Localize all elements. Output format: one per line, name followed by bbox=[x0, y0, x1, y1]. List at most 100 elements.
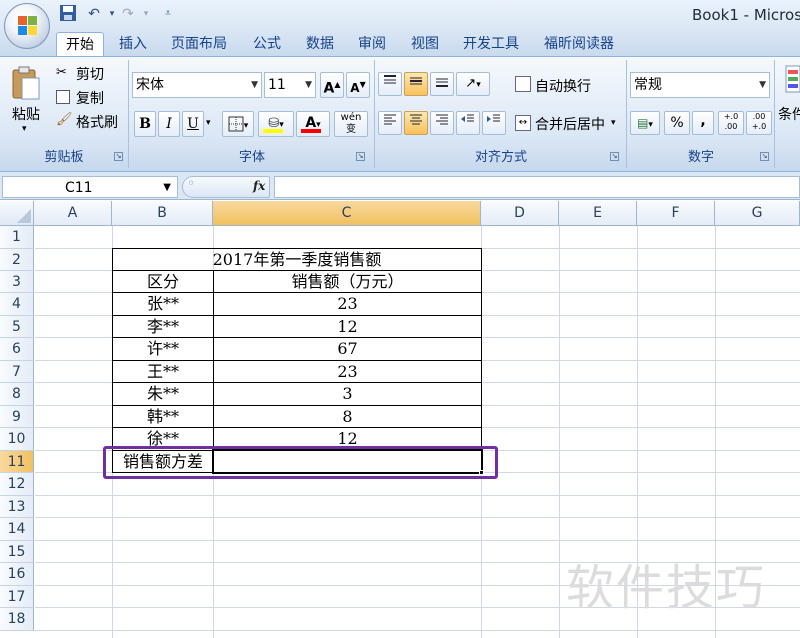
bold-button[interactable]: B bbox=[134, 111, 156, 137]
value-cell[interactable]: 12 bbox=[214, 316, 481, 337]
tab-developer[interactable]: 开发工具 bbox=[454, 32, 528, 56]
italic-button[interactable]: I bbox=[158, 111, 180, 137]
orientation-button[interactable]: ↗▾ bbox=[456, 72, 490, 96]
tab-home[interactable]: 开始 bbox=[56, 32, 104, 56]
chevron-down-icon[interactable]: ▼ bbox=[163, 177, 171, 199]
row-header[interactable]: 8 bbox=[0, 383, 34, 406]
underline-button[interactable]: U bbox=[182, 111, 204, 137]
row-header[interactable]: 9 bbox=[0, 406, 34, 428]
row-header[interactable]: 10 bbox=[0, 428, 34, 451]
insert-function-button[interactable]: fx bbox=[253, 179, 265, 193]
name-cell[interactable]: 张** bbox=[113, 293, 213, 315]
expand-handle-icon[interactable]: ◦ bbox=[187, 176, 195, 192]
name-cell[interactable]: 朱** bbox=[113, 383, 213, 405]
shrink-font-button[interactable]: A▼ bbox=[346, 72, 370, 98]
tab-review[interactable]: 审阅 bbox=[349, 32, 395, 56]
copy-button[interactable]: 复制 bbox=[76, 88, 104, 108]
redo-dropdown-icon[interactable]: ▾ bbox=[136, 4, 156, 24]
alignment-launcher-icon[interactable]: ↘ bbox=[610, 152, 619, 161]
tab-formulas[interactable]: 公式 bbox=[244, 32, 290, 56]
merge-center-dropdown-icon[interactable]: ▾ bbox=[611, 118, 616, 128]
borders-button[interactable]: ▾ bbox=[222, 111, 254, 137]
number-format-combo[interactable]: 常规 ▼ bbox=[630, 72, 770, 98]
value-cell[interactable]: 8 bbox=[214, 406, 481, 427]
clipboard-launcher-icon[interactable]: ↘ bbox=[114, 152, 123, 161]
column-header-c[interactable]: C bbox=[213, 201, 481, 226]
align-middle-button[interactable] bbox=[404, 72, 428, 96]
row-header[interactable]: 11 bbox=[0, 451, 34, 473]
name-box[interactable]: C11 ▼ bbox=[2, 176, 178, 198]
decrease-indent-button[interactable] bbox=[456, 111, 480, 135]
align-bottom-button[interactable] bbox=[430, 72, 454, 96]
row-header[interactable]: 3 bbox=[0, 271, 34, 293]
row-header[interactable]: 13 bbox=[0, 496, 34, 518]
percent-button[interactable]: % bbox=[664, 111, 690, 135]
font-launcher-icon[interactable]: ↘ bbox=[356, 152, 365, 161]
office-button[interactable] bbox=[4, 3, 50, 49]
row-header[interactable]: 18 bbox=[0, 608, 34, 631]
paste-button[interactable]: 粘贴 bbox=[12, 104, 40, 124]
font-name-combo[interactable]: 宋体 ▼ bbox=[132, 72, 262, 98]
font-size-combo[interactable]: 11 ▼ bbox=[264, 72, 316, 98]
table-title-cell[interactable]: 2017年第一季度销售额 bbox=[113, 249, 481, 270]
underline-dropdown-icon[interactable]: ▾ bbox=[206, 118, 211, 128]
row-header[interactable]: 14 bbox=[0, 518, 34, 541]
align-left-button[interactable] bbox=[378, 111, 402, 135]
tab-foxit-reader[interactable]: 福昕阅读器 bbox=[535, 32, 623, 56]
row-header[interactable]: 16 bbox=[0, 563, 34, 586]
align-right-button[interactable] bbox=[430, 111, 454, 135]
phonetic-button[interactable]: wén 变 bbox=[334, 111, 368, 137]
name-cell[interactable]: 许** bbox=[113, 338, 213, 360]
align-center-button[interactable] bbox=[404, 111, 428, 135]
header-cell-sales[interactable]: 销售额（万元） bbox=[214, 271, 481, 292]
header-cell-category[interactable]: 区分 bbox=[113, 271, 213, 292]
number-launcher-icon[interactable]: ↘ bbox=[760, 152, 769, 161]
column-header-g[interactable]: G bbox=[715, 201, 800, 226]
name-cell[interactable]: 李** bbox=[113, 316, 213, 337]
font-color-button[interactable]: A▾ bbox=[296, 111, 330, 137]
accounting-format-button[interactable]: ▤▾ bbox=[630, 111, 660, 135]
row-header[interactable]: 1 bbox=[0, 226, 34, 249]
tab-page-layout[interactable]: 页面布局 bbox=[162, 32, 236, 56]
customize-icon[interactable]: ⩡ bbox=[158, 4, 178, 24]
tab-view[interactable]: 视图 bbox=[402, 32, 448, 56]
fill-color-button[interactable]: ⛁▾ bbox=[258, 111, 294, 137]
formula-input[interactable] bbox=[274, 176, 800, 198]
cut-button[interactable]: 剪切 bbox=[76, 64, 104, 84]
select-all-button[interactable] bbox=[0, 201, 34, 226]
row-header[interactable]: 17 bbox=[0, 586, 34, 608]
comma-button[interactable]: , bbox=[692, 111, 714, 135]
tab-insert[interactable]: 插入 bbox=[110, 32, 156, 56]
wrap-text-button[interactable]: 自动换行 bbox=[535, 76, 591, 96]
column-header-f[interactable]: F bbox=[637, 201, 715, 226]
row-header[interactable]: 7 bbox=[0, 361, 34, 383]
value-cell[interactable]: 67 bbox=[214, 338, 481, 360]
row-header[interactable]: 15 bbox=[0, 541, 34, 563]
format-painter-button[interactable]: 格式刷 bbox=[76, 112, 118, 132]
row-header[interactable]: 2 bbox=[0, 249, 34, 271]
decrease-decimal-button[interactable]: .00 +.0 bbox=[746, 111, 772, 135]
column-header-d[interactable]: D bbox=[481, 201, 559, 226]
value-cell[interactable]: 23 bbox=[214, 361, 481, 382]
row-header[interactable]: 5 bbox=[0, 316, 34, 338]
column-header-e[interactable]: E bbox=[559, 201, 637, 226]
row-header[interactable]: 6 bbox=[0, 338, 34, 361]
row-header[interactable]: 12 bbox=[0, 473, 34, 496]
tab-data[interactable]: 数据 bbox=[297, 32, 343, 56]
increase-decimal-button[interactable]: +.0 .00 bbox=[718, 111, 744, 135]
conditional-formatting-button[interactable]: 条件 bbox=[778, 104, 800, 124]
name-cell[interactable]: 王** bbox=[113, 361, 213, 382]
name-cell[interactable]: 韩** bbox=[113, 406, 213, 427]
align-top-button[interactable] bbox=[378, 72, 402, 96]
column-header-b[interactable]: B bbox=[112, 201, 213, 226]
row-header[interactable]: 4 bbox=[0, 293, 34, 316]
grow-font-button[interactable]: A▲ bbox=[320, 72, 344, 98]
redo-icon[interactable]: ↷ bbox=[118, 4, 138, 24]
paste-dropdown-icon[interactable]: ▾ bbox=[22, 124, 27, 134]
value-cell[interactable]: 3 bbox=[214, 383, 481, 405]
column-header-a[interactable]: A bbox=[34, 201, 112, 226]
value-cell[interactable]: 23 bbox=[214, 293, 481, 315]
undo-icon[interactable]: ↶ bbox=[84, 4, 104, 24]
increase-indent-button[interactable] bbox=[482, 111, 506, 135]
merge-center-button[interactable]: 合并后居中 bbox=[535, 114, 605, 134]
